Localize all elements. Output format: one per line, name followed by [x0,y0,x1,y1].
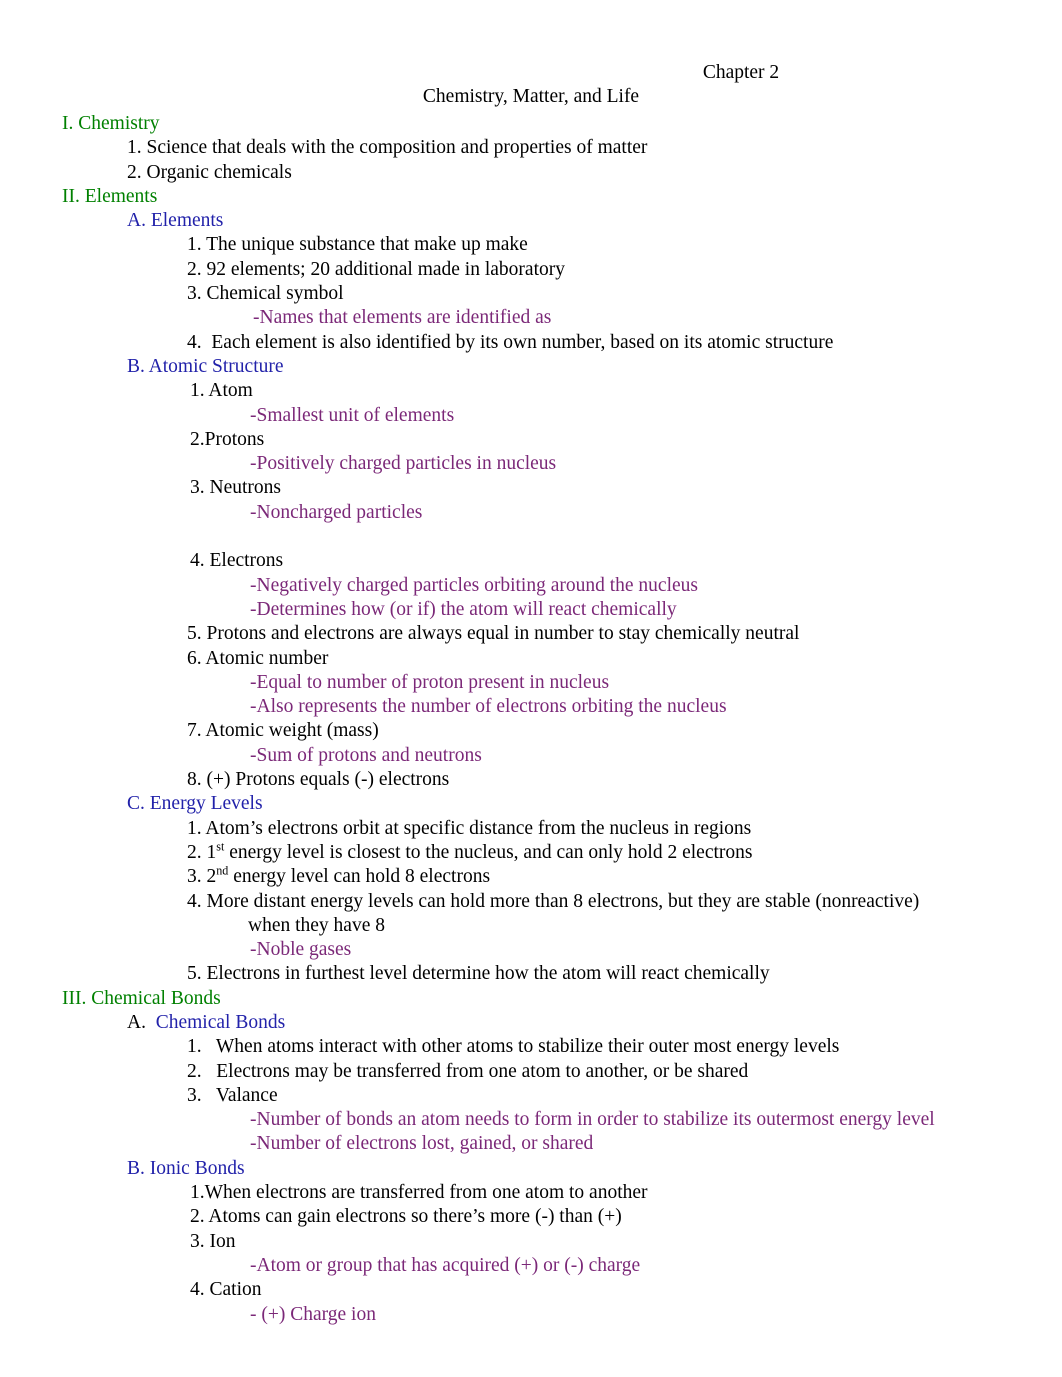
outline-heading-roman-i: I. Chemistry [62,113,160,134]
outline-heading-roman-ii: II. Elements [62,185,158,207]
outline-item-text: 2. 1 [187,841,217,863]
outline-heading-letter-c: C. Energy Levels [127,793,263,815]
outline-note: -Determines how (or if) the atom will re… [250,598,677,620]
outline-item-continuation: when they have 8 [248,914,385,936]
outline-item: 5. Protons and electrons are always equa… [187,623,800,645]
outline-item: 7. Atomic weight (mass) [187,720,379,742]
outline-item: 1. Science that deals with the compositi… [127,137,648,159]
outline-note: -Smallest unit of elements [250,404,455,426]
outline-item: 2. 92 elements; 20 additional made in la… [187,258,565,280]
outline-letter-marker: A. [127,1011,151,1033]
outline-item: 4. More distant energy levels can hold m… [187,890,920,912]
outline-heading-roman-iii: III. Chemical Bonds [62,987,221,1009]
outline-heading-letter-a2: A. Chemical Bonds [0,1011,1062,1035]
outline-item: 3. Neutrons [190,477,281,499]
outline-heading-letter-b: B. Atomic Structure [127,355,284,377]
outline-note: -Equal to number of proton present in nu… [250,671,610,693]
outline-item: 3. Valance [187,1084,278,1106]
outline-note: -Noncharged particles [250,501,423,523]
outline-heading-text: Chemical Bonds [150,1011,286,1033]
outline-note: -Atom or group that has acquired (+) or … [250,1254,641,1276]
outline-heading-letter-a: A. Elements [127,210,224,232]
outline-item: 3. Chemical symbol [187,283,344,305]
outline-note: -Number of electrons lost, gained, or sh… [250,1133,594,1155]
outline-item: 5. Electrons in furthest level determine… [187,963,770,985]
outline-item: 4. Each element is also identified by it… [187,331,834,353]
outline-item: 4. Electrons [190,550,284,572]
ordinal-superscript: nd [216,863,229,878]
outline-item: 2. 1st energy level is closest to the nu… [0,840,1062,865]
outline-item-text: 3. 2 [187,866,217,888]
outline-item-text: energy level can hold 8 electrons [228,866,491,888]
outline-note: -Also represents the number of electrons… [250,696,727,718]
outline-item: 1. When atoms interact with other atoms … [187,1036,840,1058]
outline-note: -Names that elements are identified as [253,307,552,329]
outline-item: 1.When electrons are transferred from on… [190,1182,648,1204]
outline-item: 1. Atom’s electrons orbit at specific di… [187,817,752,839]
outline-note: -Negatively charged particles orbiting a… [250,574,698,596]
outline-note: -Number of bonds an atom needs to form i… [250,1109,935,1131]
outline-item: 3. Ion [190,1230,236,1252]
outline-item: 2.Protons [190,428,265,450]
outline-heading-letter-b2: B. Ionic Bonds [127,1157,245,1179]
outline-item: 2. Atoms can gain electrons so there’s m… [190,1206,622,1228]
outline-item: 6. Atomic number [187,647,329,669]
chapter-heading: Chapter 2 [702,62,780,83]
outline-note: -Positively charged particles in nucleus [250,453,557,475]
outline-item: 4. Cation [190,1279,262,1301]
outline-item: 2. Electrons may be transferred from one… [187,1060,749,1082]
outline-item: 8. (+) Protons equals (-) electrons [187,769,450,791]
outline-item: 3. 2nd energy level can hold 8 electrons [0,865,1062,889]
outline-item-text: energy level is closest to the nucleus, … [224,841,753,863]
outline-body: I. Chemistry 1. Science that deals with … [0,112,1062,1327]
outline-item: 2. Organic chemicals [127,161,292,183]
outline-note: - (+) Charge ion [250,1303,376,1325]
document-subtitle: Chemistry, Matter, and Life [422,86,640,107]
outline-note: -Sum of protons and neutrons [250,744,482,766]
outline-item: 1. The unique substance that make up mak… [187,234,528,256]
outline-item: 1. Atom [190,380,253,402]
document-page: Chapter 2 Chemistry, Matter, and Life I.… [0,0,1062,1377]
outline-note: -Noble gases [250,939,352,961]
